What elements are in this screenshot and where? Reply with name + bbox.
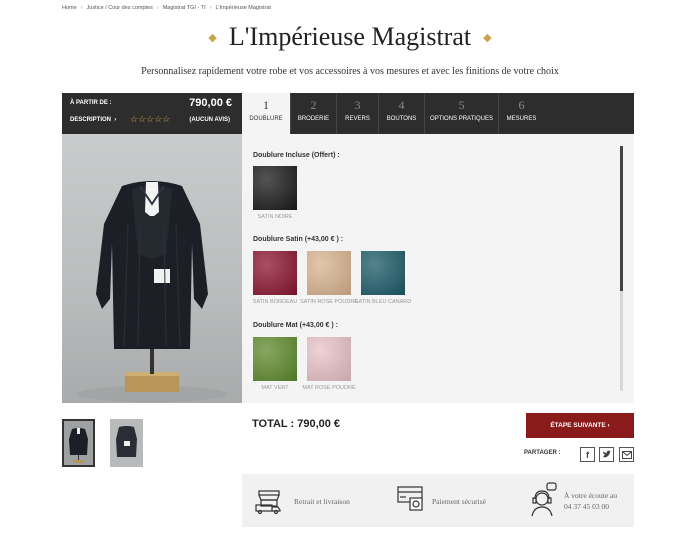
tab-options-pratiques[interactable]: 5 OPTIONS PRATIQUES: [424, 93, 498, 134]
robe-thumbnail-image: [116, 426, 137, 457]
product-thumbnail-1[interactable]: [62, 419, 95, 467]
rating-stars[interactable]: ☆☆☆☆☆: [130, 114, 170, 125]
chevron-right-icon: ›: [114, 117, 117, 123]
tab-label: MESURES: [506, 116, 537, 122]
page-title-wrap: ◆ L'Impérieuse Magistrat ◆: [0, 22, 700, 52]
section-title-satin: Doublure Satin (+43,00 € ) :: [253, 236, 344, 243]
swatch-satin-noire[interactable]: [253, 166, 297, 210]
service-secure-payment: Paiement sécurisé: [432, 497, 486, 506]
swatch-mat-rose-poudre[interactable]: [307, 337, 351, 381]
share-label: PARTAGER :: [524, 450, 561, 456]
store-truck-icon: [255, 490, 281, 514]
tab-number: 2: [310, 98, 317, 112]
tab-label: OPTIONS PRATIQUES: [430, 116, 493, 122]
tab-broderie[interactable]: 2 BRODERIE: [290, 93, 336, 134]
breadcrumb-category[interactable]: Justice / Cour des comptes: [87, 5, 153, 11]
support-label: À votre écoute au: [564, 491, 618, 500]
diamond-ornament-icon: ◆: [483, 31, 492, 44]
description-link[interactable]: DESCRIPTION ›: [70, 117, 116, 123]
services-strip: Retrait et livraison Paiement sécurisé À…: [242, 474, 634, 527]
swatch-label: SATIN ROSE POUDRÉ: [300, 299, 358, 305]
secure-payment-icon: [397, 486, 423, 511]
section-title-mat: Doublure Mat (+43,00 € ) :: [253, 322, 338, 329]
tab-boutons[interactable]: 4 BOUTONS: [378, 93, 424, 134]
tab-label: REVERS: [345, 116, 370, 122]
swatch-satin-rose-poudre[interactable]: [307, 251, 351, 295]
section-title-included: Doublure Incluse (Offert) :: [253, 152, 340, 159]
breadcrumb-home[interactable]: Home: [62, 5, 77, 11]
swatch-label: SATIN NOIRE: [257, 214, 293, 220]
product-thumbnail-2[interactable]: [110, 419, 143, 467]
description-label: DESCRIPTION: [70, 117, 112, 123]
swatch-satin-bordeau[interactable]: [253, 251, 297, 295]
robe-thumbnail-image: [69, 428, 88, 463]
next-step-button[interactable]: ÉTAPE SUIVANTE ›: [526, 413, 634, 438]
facebook-icon[interactable]: f: [580, 447, 595, 462]
twitter-bird-glyph: [602, 450, 611, 458]
swatch-label: MAT VERT: [261, 385, 289, 391]
tab-number: 3: [354, 98, 361, 112]
tab-number: 5: [458, 98, 465, 112]
scrollbar-thumb[interactable]: [620, 146, 623, 291]
total-price: TOTAL : 790,00 €: [252, 418, 341, 430]
swatch-label: SATIN BORDEAU: [252, 299, 298, 305]
tab-number: 4: [398, 98, 405, 112]
diamond-ornament-icon: ◆: [208, 31, 217, 44]
breadcrumb-current: L'Impérieuse Magistrat: [215, 5, 271, 11]
support-phone[interactable]: 04 37 45 03 00: [564, 501, 617, 512]
configurator-tabs: 1 DOUBLURE 2 BRODERIE 3 REVERS 4 BOUTONS…: [242, 93, 634, 134]
tab-label: DOUBLURE: [249, 116, 283, 122]
page-subtitle: Personnalisez rapidement votre robe et v…: [141, 66, 559, 77]
tab-revers[interactable]: 3 REVERS: [336, 93, 378, 134]
breadcrumb-separator: ›: [80, 5, 83, 11]
service-support: À votre écoute au 04 37 45 03 00: [564, 490, 617, 512]
envelope-glyph: [621, 450, 632, 459]
breadcrumb-subcategory[interactable]: Magistrat TGI - TI: [163, 5, 206, 11]
judge-robe-image: [77, 181, 227, 402]
lining-options-panel: Doublure Incluse (Offert) : SATIN NOIRE …: [242, 134, 634, 403]
price-bar: À PARTIR DE : 790,00 € DESCRIPTION › ☆☆☆…: [62, 93, 242, 134]
twitter-icon[interactable]: [599, 447, 614, 462]
swatch-label: SATIN BLEU CANARD: [354, 299, 412, 305]
price-from-label: À PARTIR DE :: [70, 100, 112, 106]
reviews-count[interactable]: (AUCUN AVIS): [189, 117, 230, 123]
support-headset-icon: [531, 482, 557, 517]
service-pickup-delivery: Retrait et livraison: [294, 497, 350, 506]
swatch-satin-bleu-canard[interactable]: [361, 251, 405, 295]
tab-number: 1: [263, 98, 269, 112]
tab-doublure[interactable]: 1 DOUBLURE: [242, 93, 290, 134]
swatch-mat-vert[interactable]: [253, 337, 297, 381]
breadcrumb-separator: ›: [209, 5, 212, 11]
page-title-row: ◆ L'Impérieuse Magistrat ◆: [208, 22, 491, 52]
tab-mesures[interactable]: 6 MESURES: [498, 93, 544, 134]
tab-label: BOUTONS: [386, 116, 417, 122]
price-value: 790,00 €: [189, 97, 232, 109]
tab-number: 6: [518, 98, 525, 112]
breadcrumb: Home › Justice / Cour des comptes › Magi…: [62, 5, 271, 11]
product-photo: [62, 134, 242, 403]
options-scrollbar[interactable]: [620, 146, 623, 391]
tab-label: BRODERIE: [297, 116, 330, 122]
email-icon[interactable]: [619, 447, 634, 462]
swatch-label: MAT ROSE POUDRÉ: [302, 385, 356, 391]
breadcrumb-separator: ›: [156, 5, 159, 11]
page-title: L'Impérieuse Magistrat: [228, 22, 472, 51]
